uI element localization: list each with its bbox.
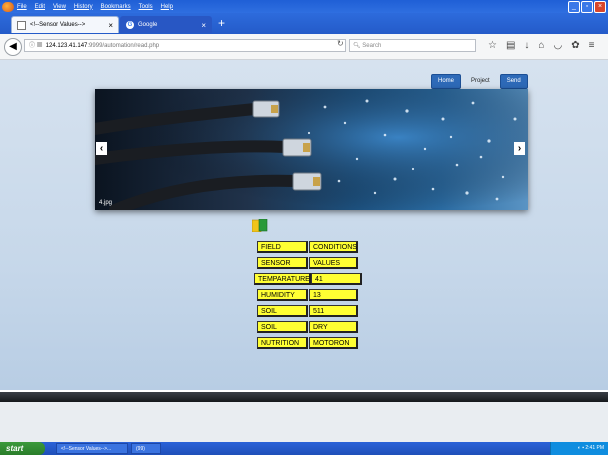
pocket-icon[interactable]: ◡: [553, 40, 562, 51]
tab-google[interactable]: G Google ×: [120, 16, 212, 33]
page-content: Home Project Send 4.jpg ‹ › FIELD CONDIT…: [0, 60, 608, 390]
search-placeholder: Search: [362, 43, 382, 49]
table-row: HUMIDITY 13: [254, 289, 362, 302]
sensor-value: 13: [309, 289, 358, 301]
search-icon: 🔍︎: [353, 43, 361, 49]
search-input[interactable]: 🔍︎ Search: [349, 39, 476, 52]
url-host: 124.123.41.147: [45, 43, 88, 49]
sensor-value: MOTORON: [309, 337, 358, 349]
new-tab-icon[interactable]: +: [218, 16, 225, 30]
menu-bar: File Edit View History Bookmarks Tools H…: [0, 0, 608, 13]
page-footer: [0, 402, 608, 442]
google-icon: G: [126, 21, 134, 29]
url-path: :9999/automation/read.php: [87, 43, 160, 49]
reload-icon[interactable]: ↻: [337, 39, 344, 48]
table-row: SOIL DRY: [254, 321, 362, 334]
tab-bar: <!--Sensor Values--> × G Google × +: [0, 13, 608, 34]
site-nav: Home Project Send: [431, 74, 528, 89]
reading-list-icon[interactable]: ▤: [506, 40, 515, 51]
taskbar: start <!--Sensor Values-->... (99) ◐ ▪ 2…: [0, 442, 608, 455]
site-info-icon[interactable]: ⓘ ▦: [29, 43, 43, 49]
sensor-value: CONDITIONS: [309, 241, 358, 253]
window-controls: _ ▫ ×: [568, 1, 606, 13]
sensor-label: NUTRITION: [257, 337, 308, 349]
firefox-logo-icon: [2, 1, 14, 12]
carousel-caption: 4.jpg: [99, 200, 113, 206]
restore-icon[interactable]: ▫: [581, 1, 593, 13]
menu-bookmarks[interactable]: Bookmarks: [101, 4, 131, 10]
sensor-label: SENSOR: [257, 257, 308, 269]
back-icon[interactable]: ◀: [4, 38, 22, 56]
taskbar-firefox-window[interactable]: <!--Sensor Values-->...: [56, 443, 128, 454]
close-tab-icon[interactable]: ×: [201, 21, 206, 30]
sensor-value: 41: [311, 273, 362, 285]
sensor-value: 511: [309, 305, 358, 317]
menu-file[interactable]: File: [17, 4, 27, 10]
sensor-label: TEMPARATURE: [254, 273, 311, 285]
start-button[interactable]: start: [0, 442, 45, 455]
nav-home-button[interactable]: Home: [431, 74, 462, 89]
carousel-prev-icon[interactable]: ‹: [96, 142, 107, 155]
nav-send-button[interactable]: Send: [499, 74, 528, 89]
clock: 2:41 PM: [585, 445, 604, 451]
page-icon: [17, 20, 26, 30]
image-carousel: 4.jpg ‹ ›: [95, 89, 528, 210]
network-cables-image: [95, 89, 528, 210]
close-window-icon[interactable]: ×: [594, 1, 606, 13]
addon-icon[interactable]: ✿: [571, 40, 579, 51]
hamburger-menu-icon[interactable]: ≡: [589, 40, 595, 51]
sensor-label: FIELD: [257, 241, 308, 253]
sensor-table: FIELD CONDITIONS SENSOR VALUES TEMPARATU…: [254, 241, 362, 353]
bookmark-star-icon[interactable]: ☆: [488, 40, 497, 51]
nav-project-button[interactable]: Project: [464, 74, 497, 89]
sensor-value: DRY: [309, 321, 358, 333]
taskbar-window[interactable]: (99): [131, 443, 161, 454]
table-row: SENSOR VALUES: [254, 257, 362, 270]
toolbar-icons: ☆ ▤ ↓ ⌂ ◡ ✿ ≡: [488, 40, 594, 51]
sensor-value: VALUES: [309, 257, 358, 269]
sensor-label: SOIL: [257, 321, 308, 333]
carousel-next-icon[interactable]: ›: [514, 142, 525, 155]
download-icon[interactable]: ↓: [524, 40, 529, 51]
home-icon[interactable]: ⌂: [538, 40, 544, 51]
menu-tools[interactable]: Tools: [139, 4, 153, 10]
nav-toolbar: ◀ ⓘ ▦ 124.123.41.147:9999/automation/read…: [0, 34, 608, 60]
tab-title: <!--Sensor Values-->: [30, 22, 86, 28]
folder-icon: [252, 219, 268, 232]
table-row: NUTRITION MOTORON: [254, 337, 362, 350]
menu-help[interactable]: Help: [161, 4, 173, 10]
sensor-label: HUMIDITY: [257, 289, 308, 301]
close-tab-icon[interactable]: ×: [108, 21, 113, 30]
table-row: SOIL 511: [254, 305, 362, 318]
menu-history[interactable]: History: [74, 4, 93, 10]
minimize-icon[interactable]: _: [568, 1, 580, 13]
system-tray: ◐ ▪ 2:41 PM: [550, 442, 608, 455]
tab-title: Google: [138, 22, 158, 28]
table-row: FIELD CONDITIONS: [254, 241, 362, 254]
tab-sensor-values[interactable]: <!--Sensor Values--> ×: [11, 16, 119, 33]
address-bar[interactable]: ⓘ ▦ 124.123.41.147:9999/automation/read.p…: [24, 39, 346, 52]
menu-view[interactable]: View: [53, 4, 66, 10]
table-row: TEMPARATURE 41: [254, 273, 362, 286]
page-footer-bar: [0, 392, 608, 402]
menu-edit[interactable]: Edit: [35, 4, 45, 10]
sensor-label: SOIL: [257, 305, 308, 317]
